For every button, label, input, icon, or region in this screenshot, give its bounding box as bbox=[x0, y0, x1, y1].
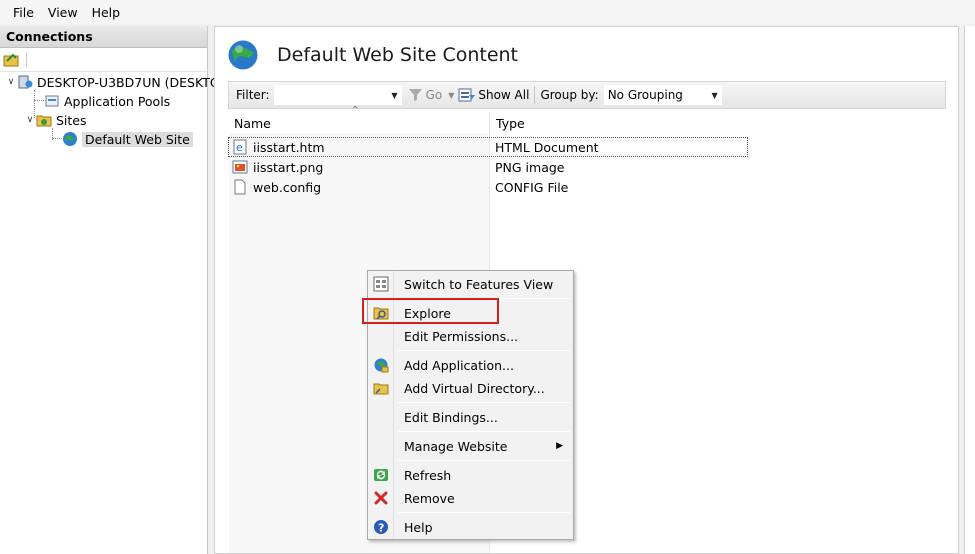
file-name: iisstart.htm bbox=[253, 139, 325, 155]
menu-label: Refresh bbox=[404, 467, 452, 483]
go-label: Go bbox=[425, 88, 443, 102]
list-item[interactable]: web.config CONFIG File bbox=[228, 177, 748, 197]
go-button[interactable]: Go bbox=[408, 88, 443, 102]
menu-separator bbox=[398, 460, 570, 461]
menu-bar: File View Help bbox=[0, 0, 975, 24]
menu-label: Switch to Features View bbox=[404, 276, 554, 292]
refresh-icon bbox=[374, 469, 388, 481]
tree-item-application-pools[interactable]: Application Pools bbox=[44, 92, 170, 110]
filter-input[interactable]: ▼ bbox=[273, 85, 402, 105]
file-name: iisstart.png bbox=[253, 159, 324, 175]
blank-file-icon bbox=[234, 179, 246, 195]
show-all-label: Show All bbox=[478, 88, 530, 102]
tree-item-sites[interactable]: ∨ Sites bbox=[24, 111, 87, 129]
add-application-icon bbox=[374, 358, 389, 373]
list-item[interactable]: iisstart.png PNG image bbox=[228, 157, 748, 177]
tree-item-server[interactable]: ∨ DESKTOP-U3BD7UN (DESKTOP bbox=[5, 73, 228, 91]
filter-funnel-icon bbox=[408, 89, 422, 101]
features-view-icon bbox=[373, 276, 389, 292]
svg-text:e: e bbox=[236, 141, 243, 154]
menu-label: Add Virtual Directory... bbox=[404, 380, 545, 396]
explore-highlight-box bbox=[362, 298, 499, 324]
menu-item-add-application[interactable]: Add Application... bbox=[368, 354, 573, 376]
menu-item-manage-website[interactable]: Manage Website ▶ bbox=[368, 435, 573, 457]
page-title-text: Default Web Site Content bbox=[277, 44, 519, 66]
tree-label-server: DESKTOP-U3BD7UN (DESKTOP bbox=[37, 74, 228, 90]
html-file-icon: e bbox=[233, 139, 247, 155]
list-item[interactable]: e iisstart.htm HTML Document bbox=[228, 137, 748, 157]
file-list: e iisstart.htm HTML Document iisstart.pn… bbox=[228, 137, 748, 197]
content-view: Default Web Site Content Filter: ▼ Go ▼ … bbox=[214, 26, 959, 554]
show-all-icon bbox=[458, 88, 476, 102]
group-by-value: No Grouping bbox=[607, 88, 683, 102]
menu-label: Edit Permissions... bbox=[404, 328, 519, 344]
file-name: web.config bbox=[253, 179, 322, 195]
svg-text:?: ? bbox=[378, 522, 384, 535]
server-icon bbox=[18, 75, 33, 89]
file-type: CONFIG File bbox=[495, 179, 569, 195]
menu-item-refresh[interactable]: Refresh bbox=[368, 464, 573, 486]
globe-icon bbox=[228, 40, 258, 70]
connections-pane: Connections ∨ DESKTOP-U3BD7UN (DESKTOP A… bbox=[0, 26, 227, 554]
menu-item-help[interactable]: ? Help bbox=[368, 516, 573, 538]
globe-icon bbox=[63, 132, 77, 146]
remove-x-icon bbox=[374, 491, 388, 505]
menu-file[interactable]: File bbox=[6, 5, 41, 20]
tree-label-sites: Sites bbox=[56, 112, 87, 128]
group-by-select[interactable]: No Grouping ▼ bbox=[603, 85, 722, 105]
connect-icon[interactable] bbox=[3, 52, 19, 68]
dropdown-arrow-icon[interactable]: ▼ bbox=[712, 91, 718, 100]
menu-separator bbox=[398, 431, 570, 432]
page-title: Default Web Site Content bbox=[227, 39, 518, 71]
filter-toolbar: Filter: ▼ Go ▼ Show All Group by: No Gro… bbox=[228, 81, 946, 109]
menu-item-switch-to-features-view[interactable]: Switch to Features View bbox=[368, 273, 573, 295]
collapse-chevron-icon[interactable]: ∨ bbox=[5, 77, 17, 87]
sort-ascending-icon: ⌃ bbox=[351, 105, 360, 116]
tree-line bbox=[52, 138, 62, 139]
file-type: PNG image bbox=[495, 159, 565, 175]
file-type: HTML Document bbox=[495, 139, 599, 155]
tree-label-application-pools: Application Pools bbox=[64, 93, 171, 109]
column-header-type[interactable]: Type bbox=[490, 113, 531, 133]
menu-separator bbox=[398, 512, 570, 513]
submenu-arrow-icon: ▶ bbox=[556, 441, 563, 451]
go-dropdown-arrow-icon[interactable]: ▼ bbox=[448, 91, 454, 100]
connections-header: Connections bbox=[0, 26, 207, 48]
menu-help[interactable]: Help bbox=[85, 5, 128, 20]
menu-item-edit-permissions[interactable]: Edit Permissions... bbox=[368, 325, 573, 347]
menu-item-add-virtual-directory[interactable]: Add Virtual Directory... bbox=[368, 377, 573, 399]
actions-pane bbox=[964, 26, 975, 554]
menu-separator bbox=[398, 402, 570, 403]
connections-toolbar bbox=[0, 48, 207, 72]
menu-label: Help bbox=[404, 519, 433, 535]
list-header: ⌃ Name Type bbox=[228, 105, 748, 133]
menu-view[interactable]: View bbox=[41, 5, 85, 20]
menu-label: Manage Website bbox=[404, 438, 508, 454]
help-icon: ? bbox=[374, 520, 388, 535]
virtual-directory-icon bbox=[373, 383, 389, 395]
menu-item-edit-bindings[interactable]: Edit Bindings... bbox=[368, 406, 573, 428]
menu-label: Edit Bindings... bbox=[404, 409, 498, 425]
column-header-name[interactable]: ⌃ Name bbox=[228, 105, 490, 133]
toolbar-separator bbox=[534, 86, 536, 104]
dropdown-arrow-icon[interactable]: ▼ bbox=[391, 91, 397, 100]
tree-label-default-web-site: Default Web Site bbox=[82, 131, 193, 147]
menu-item-remove[interactable]: Remove bbox=[368, 487, 573, 509]
tree-line bbox=[34, 100, 44, 101]
collapse-chevron-icon[interactable]: ∨ bbox=[24, 115, 36, 125]
column-header-type-label: Type bbox=[496, 116, 525, 131]
menu-label: Add Application... bbox=[404, 357, 514, 373]
group-by-label: Group by: bbox=[540, 88, 599, 102]
tree-item-default-web-site[interactable]: Default Web Site bbox=[62, 130, 193, 148]
column-header-name-label: Name bbox=[234, 116, 271, 131]
image-file-icon bbox=[232, 160, 248, 174]
menu-separator bbox=[398, 350, 570, 351]
filter-label: Filter: bbox=[236, 88, 270, 102]
sites-folder-icon bbox=[36, 115, 52, 127]
application-pools-icon bbox=[45, 95, 59, 107]
show-all-button[interactable]: Show All bbox=[458, 87, 529, 103]
toolbar-separator bbox=[26, 52, 27, 67]
menu-label: Remove bbox=[404, 490, 455, 506]
